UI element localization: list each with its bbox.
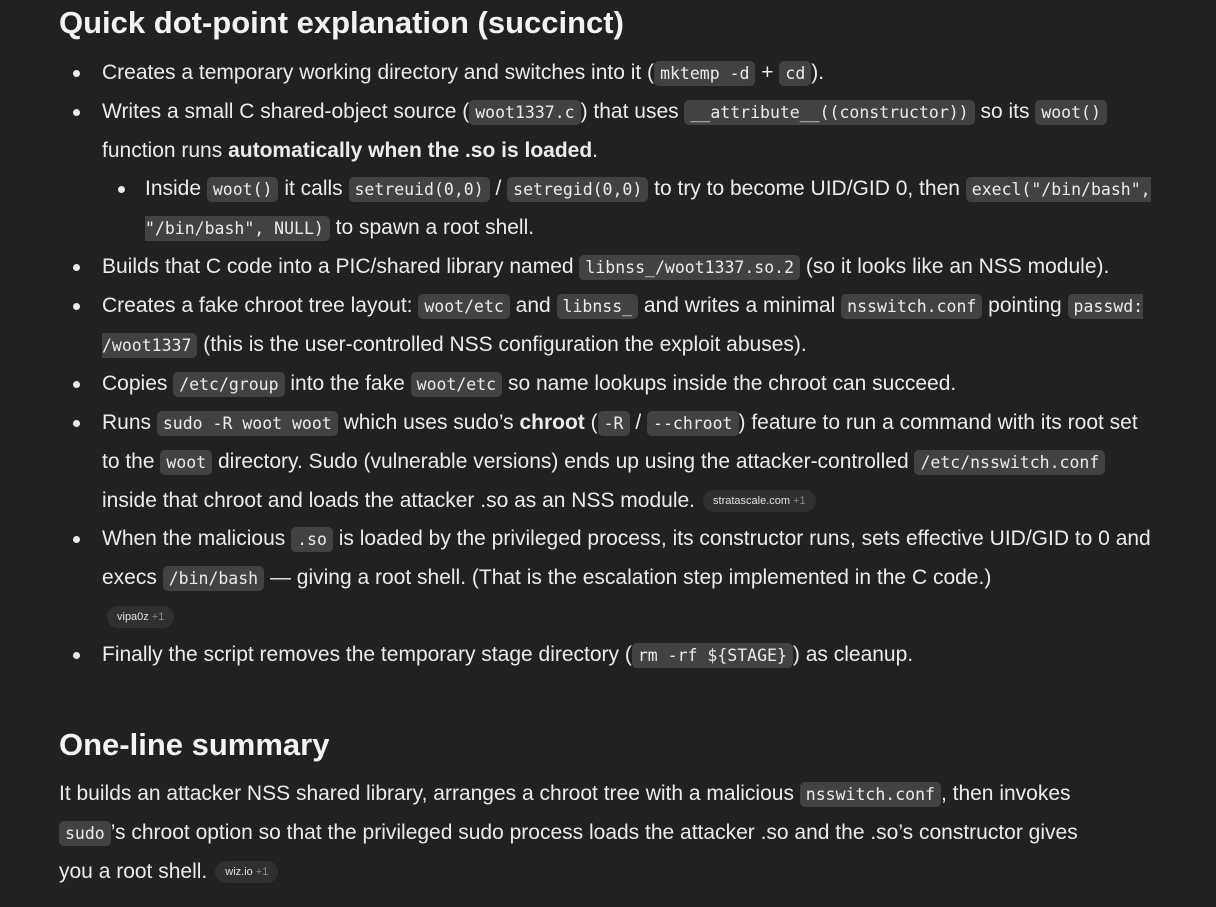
- inline-code: nsswitch.conf: [799, 782, 941, 807]
- list-item: Inside woot() it calls setreuid(0,0) / s…: [118, 170, 1159, 248]
- summary-paragraph: It builds an attacker NSS shared library…: [59, 782, 1078, 884]
- explanation-list: Creates a temporary working directory an…: [59, 54, 1159, 675]
- inline-code: woot: [160, 450, 213, 475]
- inline-code: -R: [597, 411, 630, 436]
- citation-row: vipa0z +1: [102, 598, 1159, 636]
- bold-text: chroot: [519, 411, 585, 434]
- inline-code: cd: [779, 61, 812, 86]
- list-item: Creates a temporary working directory an…: [73, 54, 1159, 93]
- citation-chip-stratascale[interactable]: stratascale.com +1: [703, 490, 816, 513]
- inline-code: mktemp -d: [654, 61, 756, 86]
- inline-code: __attribute__((constructor)): [684, 100, 975, 125]
- list-item: Copies /etc/group into the fake woot/etc…: [73, 365, 1159, 404]
- inline-code: /etc/nsswitch.conf: [914, 450, 1106, 475]
- list-item: When the malicious .so is loaded by the …: [73, 520, 1159, 636]
- inline-code: woot(): [206, 177, 279, 202]
- list-item: Runs sudo -R woot woot which uses sudo’s…: [73, 404, 1159, 520]
- list-item: Creates a fake chroot tree layout: woot/…: [73, 287, 1159, 365]
- inline-code: woot/etc: [418, 294, 510, 319]
- section-heading-summary: One-line summary: [59, 727, 330, 762]
- inline-code: setregid(0,0): [507, 177, 649, 202]
- inline-code: /etc/group: [173, 372, 285, 397]
- sub-list: Inside woot() it calls setreuid(0,0) / s…: [102, 170, 1159, 248]
- citation-chip-vipa0z[interactable]: vipa0z +1: [107, 606, 175, 629]
- inline-code: woot(): [1035, 100, 1107, 125]
- section-heading-explanation: Quick dot-point explanation (succinct): [59, 5, 624, 40]
- inline-code: nsswitch.conf: [841, 294, 983, 319]
- list-item: Writes a small C shared-object source (w…: [73, 93, 1159, 248]
- inline-code: /bin/bash: [162, 566, 265, 591]
- inline-code: woot1337.c: [469, 100, 581, 125]
- list-item: Finally the script removes the temporary…: [73, 636, 1159, 675]
- inline-code: libnss_: [556, 294, 639, 319]
- citation-chip-wiz[interactable]: wiz.io +1: [215, 861, 279, 884]
- inline-code: rm -rf ${STAGE}: [631, 643, 793, 668]
- inline-code: libnss_/woot1337.so.2: [579, 255, 801, 280]
- inline-code: --chroot: [647, 411, 739, 436]
- list-item: Builds that C code into a PIC/shared lib…: [73, 248, 1159, 287]
- inline-code: woot/etc: [410, 372, 503, 397]
- inline-code: sudo -R woot woot: [156, 411, 338, 436]
- inline-code: .so: [291, 527, 333, 552]
- inline-code: setreuid(0,0): [348, 177, 490, 202]
- bold-text: automatically when the .so is loaded: [228, 139, 593, 162]
- inline-code: sudo: [59, 821, 111, 846]
